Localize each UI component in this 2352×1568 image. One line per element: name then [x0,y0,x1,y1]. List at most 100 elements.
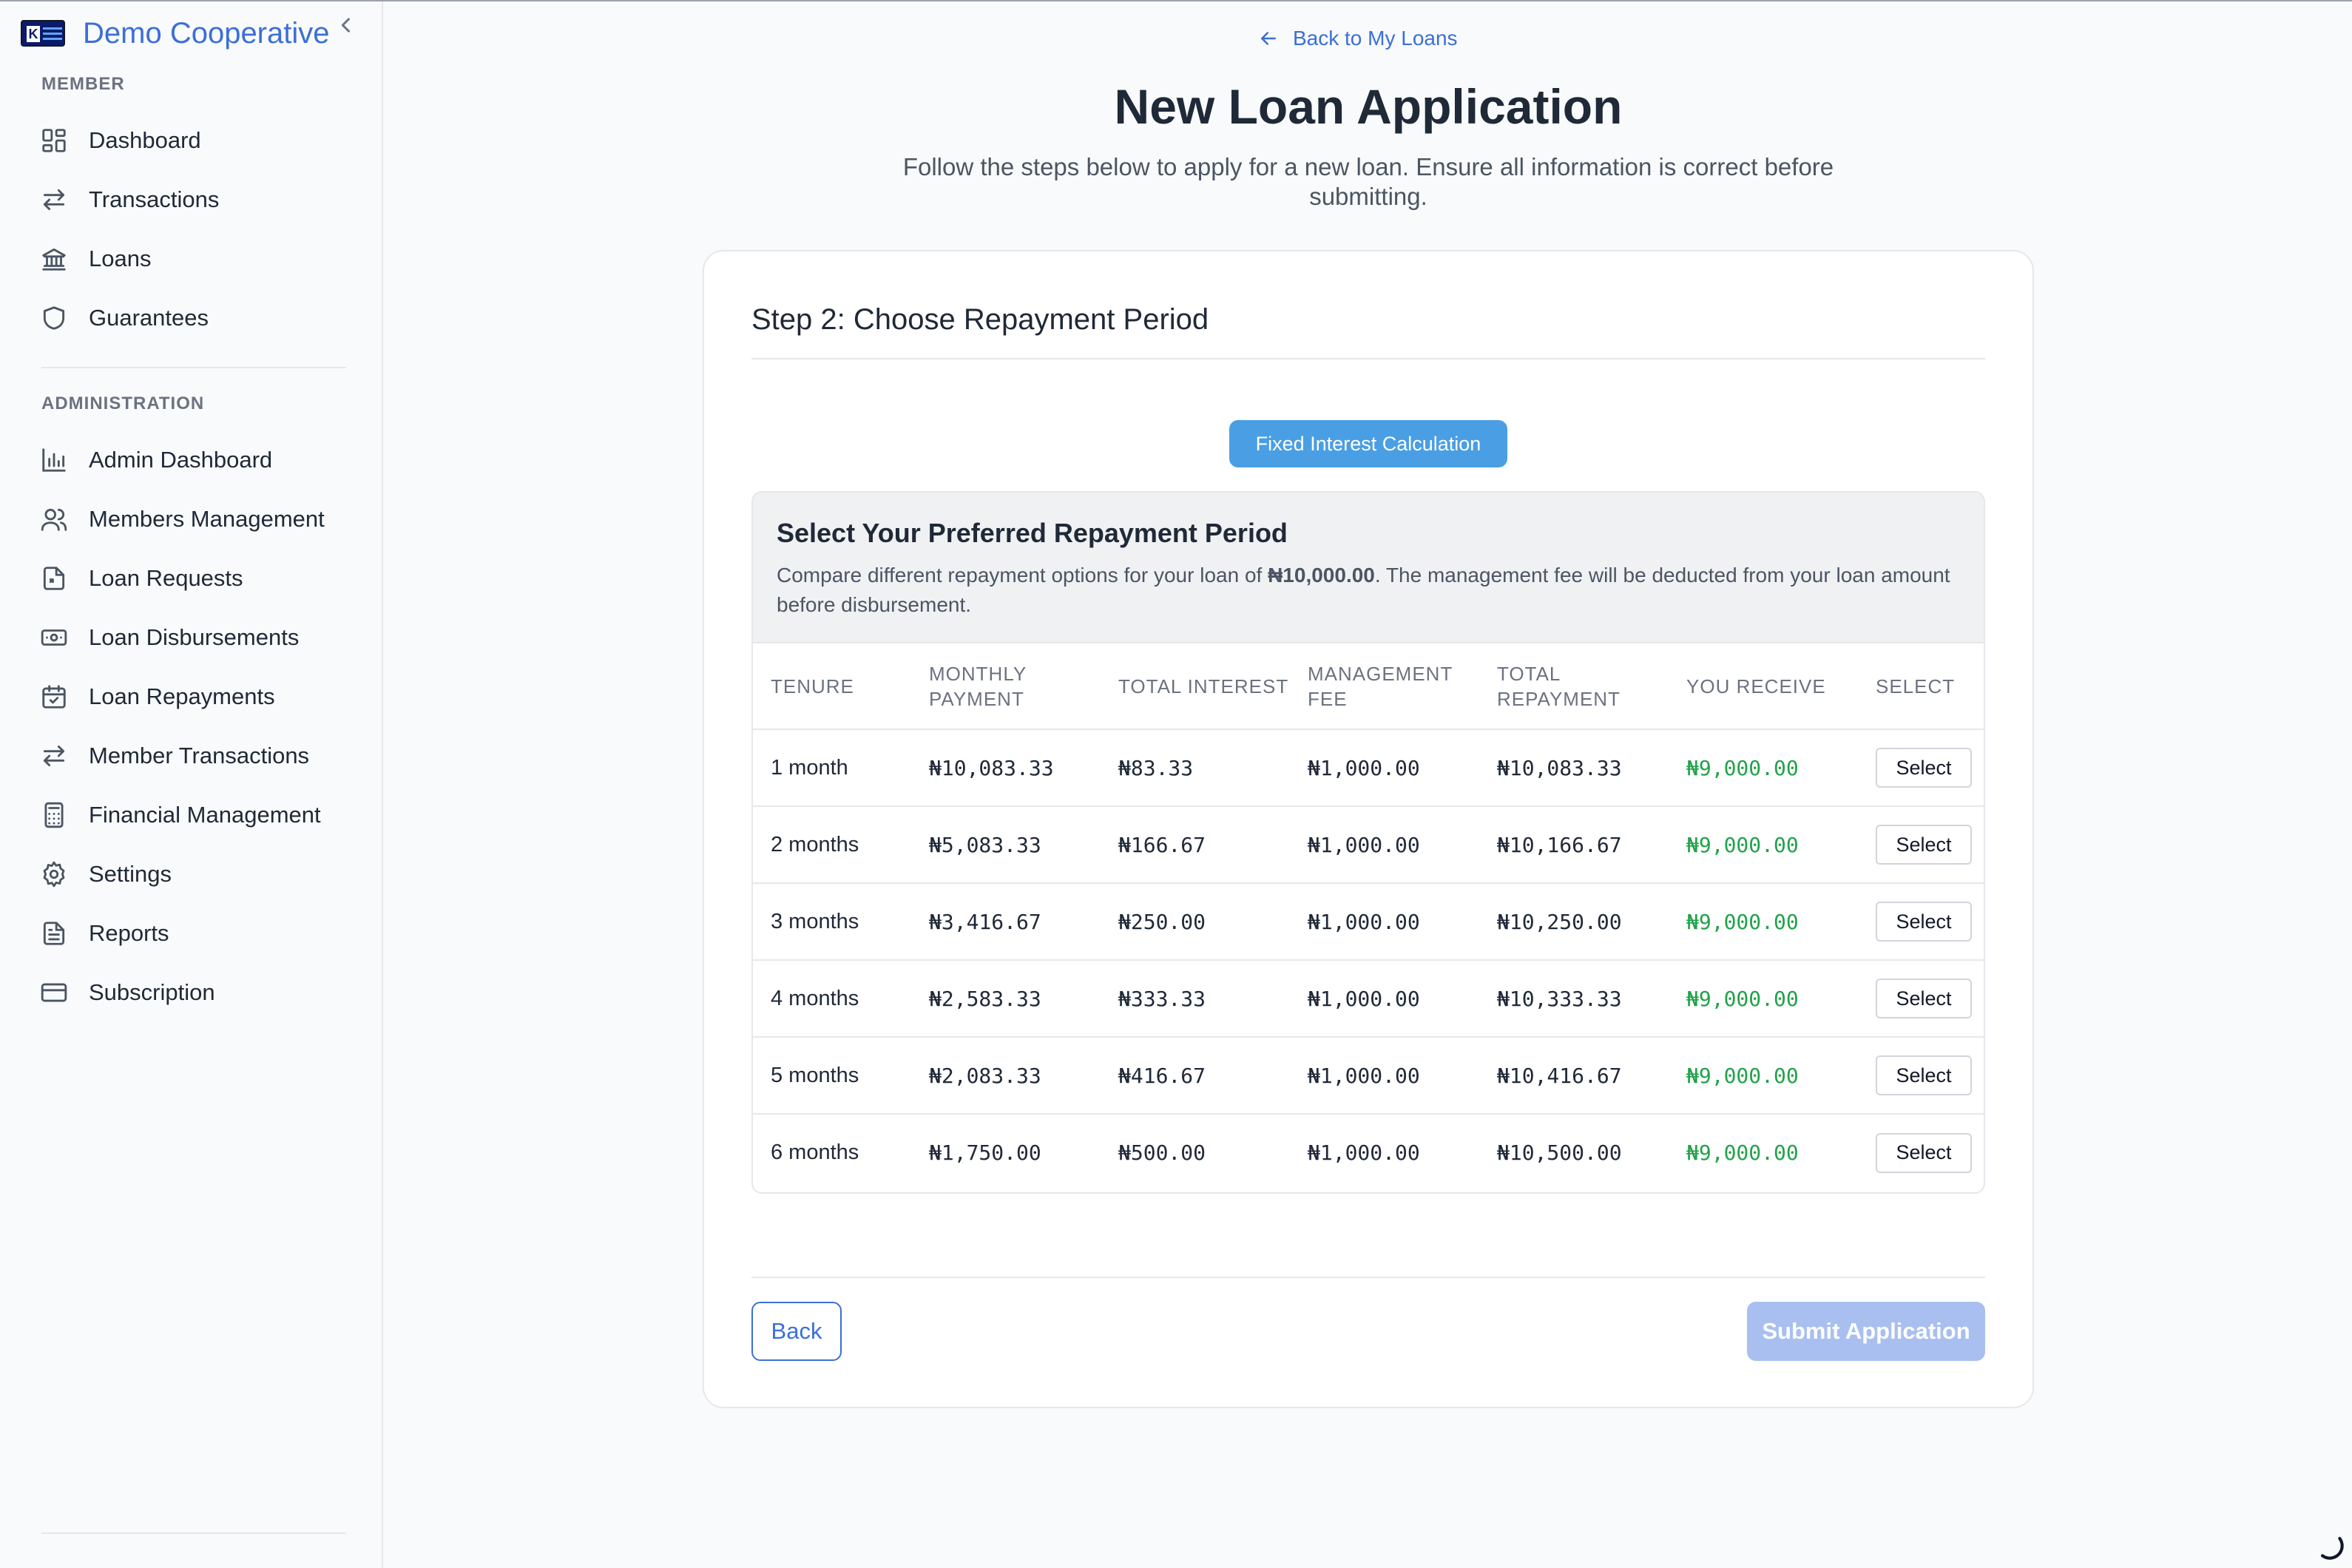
sidebar-item-guarantees[interactable]: Guarantees [40,297,351,339]
sidebar-item-label: Admin Dashboard [89,447,273,473]
column-header-management-fee[interactable]: MANAGEMENT FEE [1290,643,1479,730]
sidebar-item-loan-repayments[interactable]: Loan Repayments [40,676,351,717]
back-link-label: Back to My Loans [1293,27,1458,50]
sidebar-item-label: Members Management [89,506,325,532]
column-header-tenure[interactable]: TENURE [753,643,911,730]
page-title: New Loan Application [1114,79,1623,134]
sidebar-item-label: Dashboard [89,127,201,153]
total-interest-cell: ₦500.00 [1118,1140,1206,1165]
brand-name: Demo Cooperative [83,16,330,50]
transfer-icon [43,189,65,211]
sidebar-item-admin-dashboard[interactable]: Admin Dashboard [40,439,351,481]
select-cell: Select [1858,729,1984,806]
total-repayment-cell: ₦10,250.00 [1497,909,1622,934]
sidebar-item-label: Loan Disbursements [89,624,300,650]
repayment-options-table: TENURE MONTHLY PAYMENT TOTAL INTEREST MA… [753,643,1984,1191]
table-row[interactable]: 4 months ₦2,583.33 ₦333.33 ₦1,000.00 ₦10… [753,960,1984,1037]
select-button[interactable]: Select [1876,825,1972,865]
sidebar-divider [41,367,346,368]
sidebar-item-settings[interactable]: Settings [40,854,351,895]
monthly-payment-cell: ₦2,083.33 [929,1063,1041,1088]
select-button[interactable]: Select [1876,902,1972,942]
column-header-total-interest[interactable]: TOTAL INTEREST [1101,643,1290,730]
back-button[interactable]: Back [751,1302,842,1361]
sidebar-item-label: Loan Requests [89,565,243,591]
calendar-check-icon [42,685,66,709]
table-row[interactable]: 1 month ₦10,083.33 ₦83.33 ₦1,000.00 ₦10,… [753,729,1984,806]
total-interest-cell: ₦333.33 [1118,986,1206,1011]
select-button[interactable]: Select [1876,748,1972,788]
total-repayment-cell: ₦10,500.00 [1497,1140,1622,1165]
sidebar-item-member-transactions[interactable]: Member Transactions [40,735,351,777]
total-interest-cell: ₦83.33 [1118,755,1194,780]
sidebar-item-loan-disbursements[interactable]: Loan Disbursements [40,617,351,658]
sidebar-item-label: Transactions [89,186,220,212]
table-row[interactable]: 6 months ₦1,750.00 ₦500.00 ₦1,000.00 ₦10… [753,1114,1984,1191]
tenure-cell: 1 month [771,755,848,780]
management-fee-cell: ₦1,000.00 [1308,909,1420,934]
step-title: Step 2: Choose Repayment Period [751,303,1209,336]
sidebar-item-label: Member Transactions [89,743,310,768]
sidebar-item-loan-requests[interactable]: Loan Requests [40,558,351,599]
column-header-you-receive[interactable]: YOU RECEIVE [1669,643,1858,730]
document-icon [43,922,65,945]
brand-logo: K [21,20,65,47]
sidebar-item-label: Loans [89,246,152,271]
submit-application-button[interactable]: Submit Application [1747,1302,1985,1361]
sidebar-item-reports[interactable]: Reports [40,913,351,954]
banknote-icon [41,629,67,646]
select-button[interactable]: Select [1876,979,1972,1018]
management-fee-cell: ₦1,000.00 [1308,755,1420,780]
select-cell: Select [1858,1037,1984,1114]
file-request-icon [43,567,65,590]
section-label-administration: ADMINISTRATION [41,393,205,413]
select-cell: Select [1858,960,1984,1037]
you-receive-cell: ₦9,000.00 [1686,986,1799,1011]
management-fee-cell: ₦1,000.00 [1308,832,1420,857]
table-row[interactable]: 5 months ₦2,083.33 ₦416.67 ₦1,000.00 ₦10… [753,1037,1984,1114]
sidebar-item-financial-management[interactable]: Financial Management [40,794,351,836]
brand[interactable]: K Demo Cooperative [21,10,361,56]
sidebar-item-dashboard[interactable]: Dashboard [40,120,351,161]
bar-chart-icon [42,448,66,472]
repayment-options-header: Select Your Preferred Repayment Period C… [753,493,1984,643]
table-header-row: TENURE MONTHLY PAYMENT TOTAL INTEREST MA… [753,643,1984,730]
section-label-member: MEMBER [41,74,125,94]
select-cell: Select [1858,1114,1984,1191]
sidebar-item-loans[interactable]: Loans [40,238,351,280]
total-repayment-cell: ₦10,416.67 [1497,1063,1622,1088]
total-repayment-cell: ₦10,166.67 [1497,832,1622,857]
sidebar-item-transactions[interactable]: Transactions [40,179,351,220]
gear-icon [43,861,65,888]
repayment-options-panel: Select Your Preferred Repayment Period C… [751,491,1985,1194]
chevron-left-icon[interactable] [336,15,356,36]
sidebar-item-label: Financial Management [89,802,321,828]
you-receive-cell: ₦9,000.00 [1686,832,1799,857]
you-receive-cell: ₦9,000.00 [1686,1140,1799,1165]
tenure-cell: 3 months [771,909,859,933]
select-button[interactable]: Select [1876,1132,1972,1173]
table-row[interactable]: 2 months ₦5,083.33 ₦166.67 ₦1,000.00 ₦10… [753,806,1984,883]
column-header-total-repayment[interactable]: TOTAL REPAYMENT [1479,643,1669,730]
sidebar-item-label: Loan Repayments [89,683,275,709]
column-header-monthly-payment[interactable]: MONTHLY PAYMENT [911,643,1101,730]
repayment-options-description: Compare different repayment options for … [777,564,1950,616]
sidebar-item-label: Reports [89,920,169,946]
tenure-cell: 5 months [771,1063,859,1087]
loading-spinner-icon [2320,1536,2344,1560]
monthly-payment-cell: ₦3,416.67 [929,909,1041,934]
dashboard-icon [42,129,66,152]
repayment-options-title: Select Your Preferred Repayment Period [777,518,1288,548]
table-row[interactable]: 3 months ₦3,416.67 ₦250.00 ₦1,000.00 ₦10… [753,883,1984,960]
step-divider [751,358,1985,359]
back-to-my-loans-link[interactable]: Back to My Loans [1257,22,1458,55]
sidebar-item-subscription[interactable]: Subscription [40,972,351,1013]
column-header-select: SELECT [1858,643,1984,730]
card-footer-divider [751,1277,1985,1278]
sidebar-item-members-management[interactable]: Members Management [40,499,351,540]
interest-type-badge: Fixed Interest Calculation [1229,420,1507,467]
select-button[interactable]: Select [1876,1055,1972,1095]
select-cell: Select [1858,806,1984,883]
total-interest-cell: ₦416.67 [1118,1063,1206,1088]
you-receive-cell: ₦9,000.00 [1686,1063,1799,1088]
